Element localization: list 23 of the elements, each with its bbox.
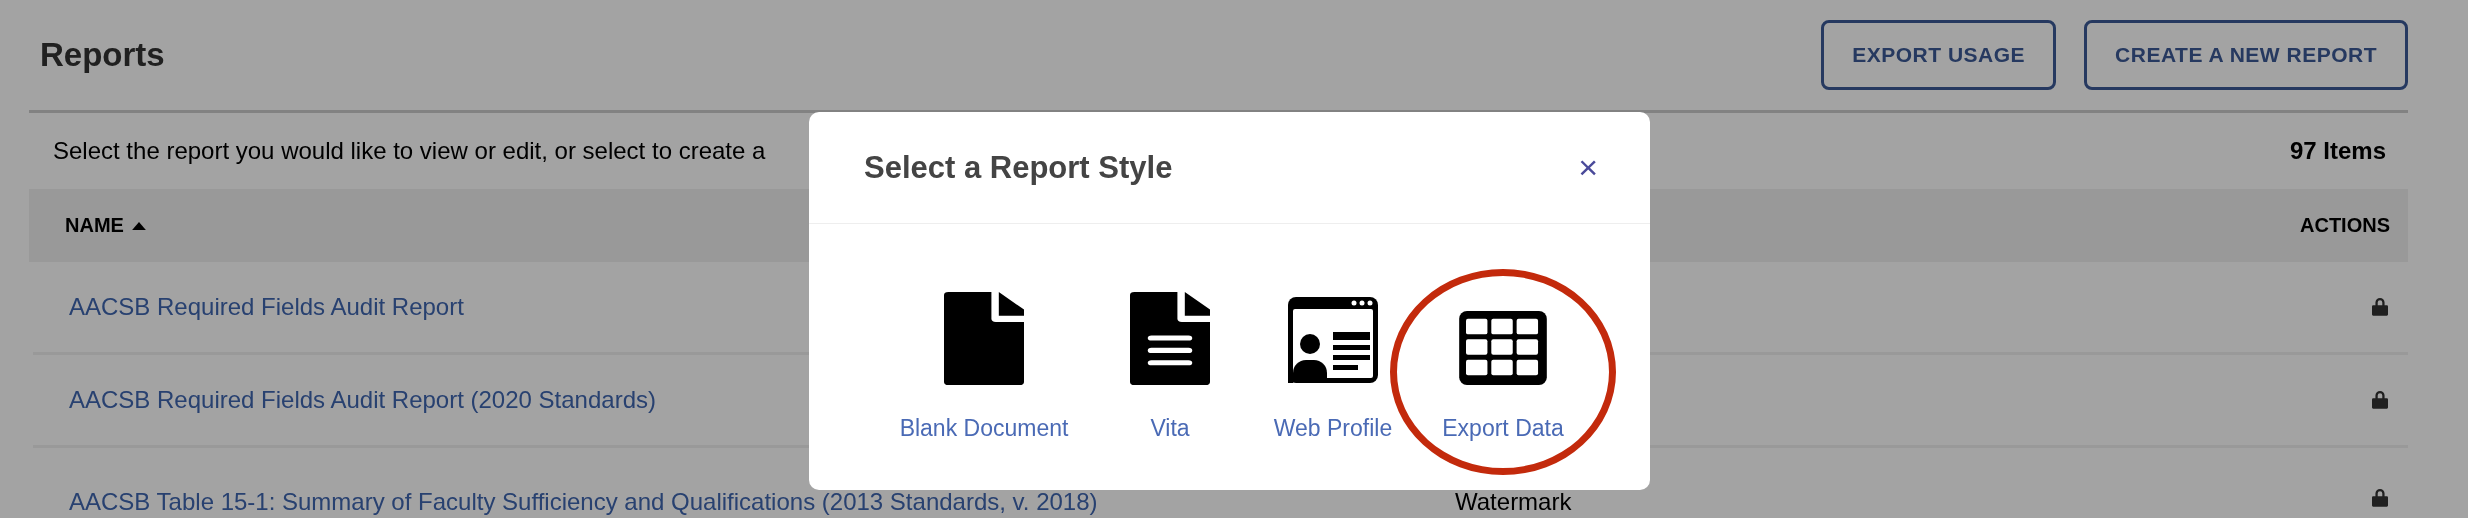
header-button[interactable]: CREATE A NEW REPORT [2084,20,2408,90]
style-option[interactable]: Vita [1099,292,1241,442]
report-link[interactable]: AACSB Required Fields Audit Report (2020 Standards) [69,388,656,412]
style-option[interactable]: Export Data [1390,269,1616,475]
table-icon[interactable] [1459,311,1547,385]
document-icon[interactable] [944,292,1024,385]
table-cell: Watermark [1455,490,1572,514]
item-count: 97 Items [2289,137,2386,165]
page-title: Reports [40,36,165,74]
text-document-icon[interactable] [1130,292,1210,385]
lock-icon[interactable] [2372,297,2388,316]
close-button[interactable]: × [1572,148,1604,187]
lock-icon[interactable] [2372,390,2388,409]
column-header: ACTIONS [2300,214,2390,237]
style-option[interactable]: Blank Document [869,292,1099,442]
description-text: Select the report you would like to view or edit, or select to create a [53,137,766,165]
header-button[interactable]: EXPORT USAGE [1821,20,2057,90]
dialog-title: Select a Report Style [864,149,1173,186]
report-link[interactable]: AACSB Required Fields Audit Report [69,295,464,319]
column-header[interactable]: NAME [65,214,146,237]
lock-icon[interactable] [2372,488,2388,507]
profile-page-icon[interactable] [1288,295,1378,385]
report-link[interactable]: AACSB Table 15-1: Summary of Faculty Sufficiency and Qualifications (2013 Standards, v. 2018) [69,490,1098,514]
